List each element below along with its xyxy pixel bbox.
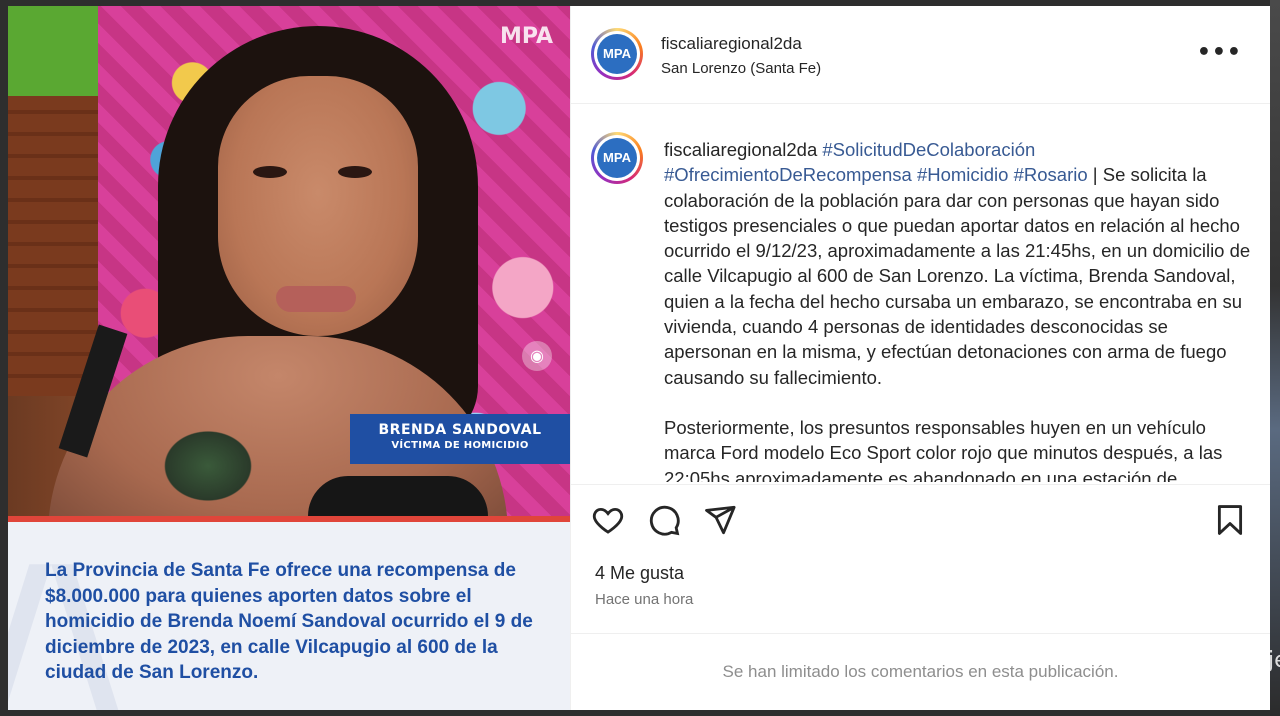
victim-name: BRENDA SANDOVAL	[378, 422, 542, 438]
post-header: MPA fiscaliaregional2da San Lorenzo (San…	[571, 6, 1270, 104]
hashtag-link[interactable]: #OfrecimientoDeRecompensa	[664, 164, 912, 185]
reward-caption-box: /\ La Provincia de Santa Fe ofrece una r…	[8, 522, 570, 710]
likes-count[interactable]: 4 Me gusta	[595, 563, 684, 584]
post-sidebar: MPA fiscaliaregional2da San Lorenzo (San…	[570, 6, 1270, 710]
victim-subtitle: VÍCTIMA DE HOMICIDIO	[391, 440, 529, 451]
hashtag-link[interactable]: #Rosario	[1014, 164, 1088, 185]
mpa-watermark: MPA	[500, 24, 554, 49]
hashtag-link[interactable]: #SolicitudDeColaboración	[822, 139, 1035, 160]
send-icon[interactable]	[703, 503, 737, 537]
location-link[interactable]: San Lorenzo (Santa Fe)	[661, 60, 821, 77]
caption-scroll[interactable]: MPA fiscaliaregional2da #SolicitudDeCola…	[571, 104, 1270, 482]
caption-body: | Se solicita la colaboración de la pobl…	[664, 164, 1251, 388]
action-bar: 4 Me gusta Hace una hora	[571, 484, 1270, 634]
username-link[interactable]: fiscaliaregional2da	[661, 34, 802, 54]
avatar[interactable]: MPA	[591, 28, 643, 80]
comment-icon[interactable]	[647, 503, 681, 537]
reward-caption: La Provincia de Santa Fe ofrece una reco…	[45, 560, 533, 683]
heart-icon[interactable]	[591, 503, 625, 537]
post-caption: fiscaliaregional2da #SolicitudDeColabora…	[664, 137, 1256, 482]
caption-avatar[interactable]: MPA	[591, 132, 643, 184]
hashtag-link[interactable]: #Homicidio	[917, 164, 1009, 185]
post-modal: MPA ◉ BRENDA SANDOVAL VÍCTIMA DE HOMICID…	[8, 6, 1270, 710]
photo-tag-icon[interactable]: ◉	[522, 341, 552, 371]
victim-photo: MPA ◉ BRENDA SANDOVAL VÍCTIMA DE HOMICID…	[8, 6, 570, 518]
victim-name-banner: BRENDA SANDOVAL VÍCTIMA DE HOMICIDIO	[350, 414, 570, 464]
caption-paragraph-2: Posteriormente, los presuntos responsabl…	[664, 416, 1223, 482]
post-media[interactable]: MPA ◉ BRENDA SANDOVAL VÍCTIMA DE HOMICID…	[8, 6, 570, 710]
more-horizontal-icon[interactable]: •••	[1197, 40, 1242, 65]
caption-username[interactable]: fiscaliaregional2da	[664, 139, 817, 160]
bookmark-icon[interactable]	[1213, 503, 1247, 537]
comments-limited-notice: Se han limitado los comentarios en esta …	[722, 662, 1119, 681]
post-timestamp[interactable]: Hace una hora	[595, 591, 693, 608]
backdrop	[1270, 0, 1280, 716]
